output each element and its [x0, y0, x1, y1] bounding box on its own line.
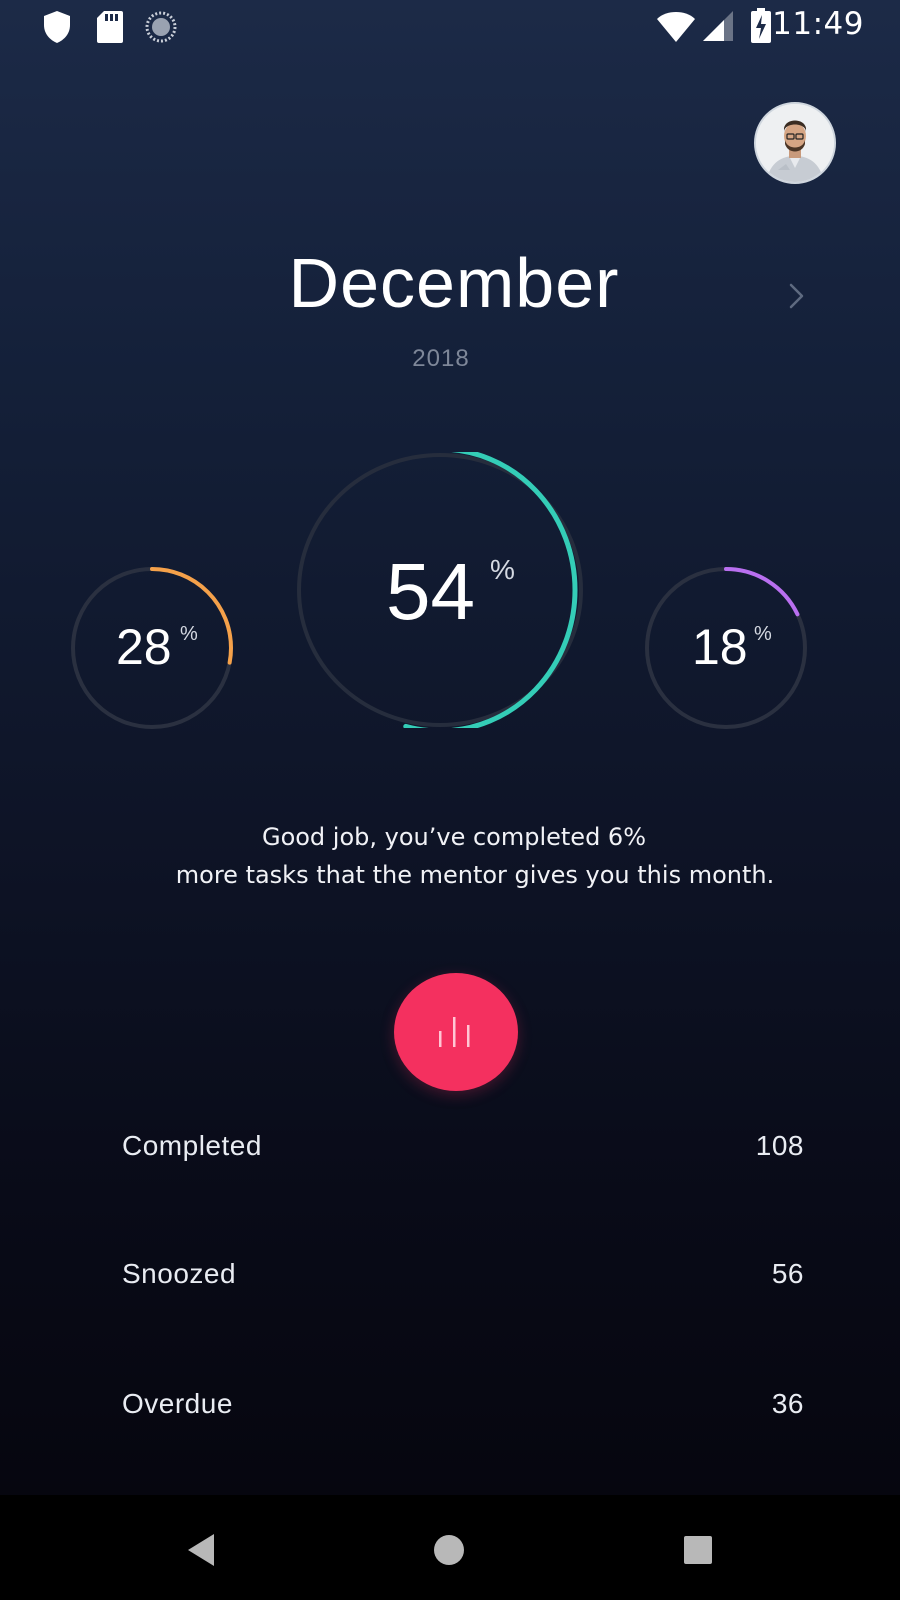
stat-value: 56 [771, 1258, 804, 1289]
sd-card-icon [96, 10, 124, 48]
gauge-right: 18 % [644, 566, 808, 730]
gauge-right-value: 18 [692, 619, 748, 675]
gauge-left-value: 28 [116, 619, 172, 675]
wifi-icon [656, 11, 696, 47]
battery-charging-icon [750, 8, 772, 48]
year-label: 2018 [412, 345, 470, 372]
stat-value: 36 [771, 1388, 804, 1419]
back-icon[interactable] [176, 1525, 226, 1575]
summary-line-2: more tasks that the mentor gives you thi… [175, 861, 775, 889]
sync-icon [144, 10, 178, 48]
stats-fab-button[interactable] [394, 973, 518, 1091]
gauge-right-unit: % [754, 623, 772, 645]
user-avatar [756, 104, 834, 182]
system-nav-bar [0, 1495, 900, 1600]
chevron-right-icon[interactable] [780, 276, 810, 316]
clock: 11:49 [772, 6, 864, 42]
stat-label: Completed [122, 1130, 262, 1161]
stat-row-overdue[interactable]: Overdue 36 [0, 1378, 900, 1438]
bar-chart-icon [439, 1017, 470, 1047]
shield-icon [42, 10, 72, 48]
avatar[interactable] [754, 102, 836, 184]
stat-value: 108 [755, 1130, 804, 1161]
month-title: December [288, 244, 620, 322]
summary-line-1: Good job, you’ve completed 6% [261, 823, 647, 851]
gauge-center-value: 54 [386, 547, 475, 636]
stat-label: Snoozed [122, 1258, 237, 1289]
gauge-left-unit: % [180, 623, 198, 645]
gauge-center: 54 % [296, 452, 584, 728]
home-icon[interactable] [424, 1525, 474, 1575]
app-screen: 11:49 December 2018 28 % 54 % 18 % Good … [0, 0, 900, 1495]
gauge-left: 28 % [70, 566, 234, 730]
stat-row-completed[interactable]: Completed 108 [0, 1120, 900, 1180]
gauge-center-unit: % [490, 554, 515, 585]
stat-row-snoozed[interactable]: Snoozed 56 [0, 1248, 900, 1308]
status-bar: 11:49 [0, 0, 900, 52]
recents-icon[interactable] [673, 1525, 723, 1575]
cell-signal-icon [702, 10, 734, 46]
summary-message: Good job, you’ve completed 6% more tasks… [0, 818, 900, 894]
stat-label: Overdue [122, 1388, 233, 1419]
